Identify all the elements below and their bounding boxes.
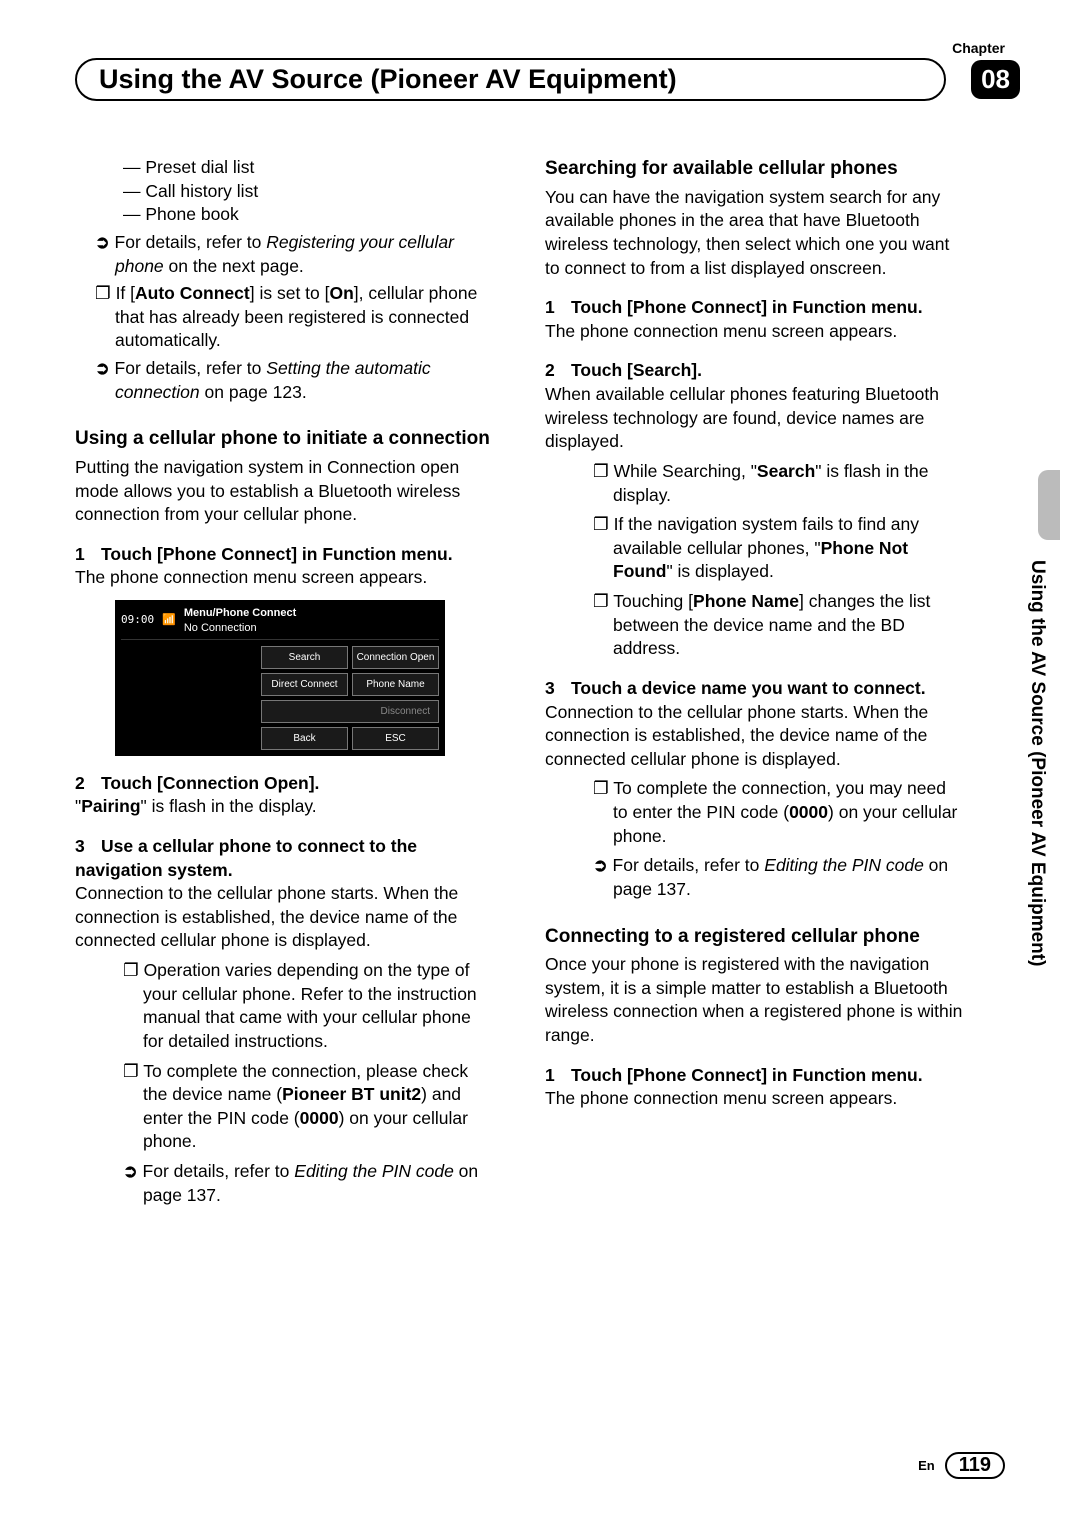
note-list: For details, refer to Registering your c… (75, 231, 495, 404)
section-heading: Using a cellular phone to initiate a con… (75, 426, 495, 452)
dash-list: Preset dial list Call history list Phone… (75, 156, 495, 227)
language-code: En (918, 1458, 935, 1473)
note-item: While Searching, "Search" is flash in th… (613, 460, 965, 507)
body-text: Putting the navigation system in Connect… (75, 456, 495, 527)
body-text: Connection to the cellular phone starts.… (545, 701, 965, 772)
page-title: Using the AV Source (Pioneer AV Equipmen… (75, 58, 946, 101)
screenshot-time: 09:00 (121, 613, 154, 628)
step-heading: 3Touch a device name you want to connect… (545, 677, 965, 701)
cross-ref: For details, refer to Setting the automa… (115, 357, 495, 404)
body-text: The phone connection menu screen appears… (545, 1087, 965, 1111)
note-item: Operation varies depending on the type o… (143, 959, 495, 1054)
footer: En 119 (918, 1452, 1005, 1479)
step-heading: 1Touch [Phone Connect] in Function menu. (545, 296, 965, 320)
chapter-label: Chapter (952, 40, 1005, 56)
section-heading: Connecting to a registered cellular phon… (545, 924, 965, 950)
note-item: To complete the connection, please check… (143, 1060, 495, 1155)
note-item: To complete the connection, you may need… (613, 777, 965, 848)
body-text: "Pairing" is flash in the display. (75, 795, 495, 819)
note-item: If the navigation system fails to find a… (613, 513, 965, 584)
step-heading: 1Touch [Phone Connect] in Function menu. (75, 543, 495, 567)
screenshot-button-phone-name: Phone Name (352, 673, 439, 696)
cross-ref: For details, refer to Editing the PIN co… (143, 1160, 495, 1207)
list-item: Preset dial list (123, 156, 495, 180)
body-text: You can have the navigation system searc… (545, 186, 965, 281)
left-column: Preset dial list Call history list Phone… (75, 156, 495, 1207)
thumb-tab-stub (1038, 470, 1060, 540)
screenshot-button-disconnect: Disconnect (261, 700, 439, 723)
cross-ref: For details, refer to Registering your c… (115, 231, 495, 278)
body-text: When available cellular phones featuring… (545, 383, 965, 454)
sub-note-list: Operation varies depending on the type o… (75, 959, 495, 1207)
step-heading: 1Touch [Phone Connect] in Function menu. (545, 1064, 965, 1088)
step-heading: 2Touch [Search]. (545, 359, 965, 383)
chapter-number-badge: 08 (971, 60, 1020, 99)
header: Using the AV Source (Pioneer AV Equipmen… (75, 58, 1020, 101)
body-text: Once your phone is registered with the n… (545, 953, 965, 1048)
note-item: If [Auto Connect] is set to [On], cellul… (115, 282, 495, 353)
body-text: The phone connection menu screen appears… (75, 566, 495, 590)
sub-note-list: While Searching, "Search" is flash in th… (545, 460, 965, 661)
body-text: The phone connection menu screen appears… (545, 320, 965, 344)
screenshot-status: No Connection (184, 621, 296, 636)
screenshot-button-direct-connect: Direct Connect (261, 673, 348, 696)
step-heading: 3Use a cellular phone to connect to the … (75, 835, 495, 882)
list-item: Phone book (123, 203, 495, 227)
screenshot-button-back: Back (261, 727, 348, 750)
side-tab-label: Using the AV Source (Pioneer AV Equipmen… (1026, 560, 1048, 966)
screenshot-phone-connect: 09:00 📶 Menu/Phone Connect No Connection… (115, 600, 445, 756)
right-column: Searching for available cellular phones … (545, 156, 965, 1207)
section-heading: Searching for available cellular phones (545, 156, 965, 182)
step-heading: 2Touch [Connection Open]. (75, 772, 495, 796)
screenshot-menu-path: Menu/Phone Connect (184, 606, 296, 621)
cross-ref: For details, refer to Editing the PIN co… (613, 854, 965, 901)
screenshot-button-connection-open: Connection Open (352, 646, 439, 669)
screenshot-button-esc: ESC (352, 727, 439, 750)
screenshot-button-search: Search (261, 646, 348, 669)
note-item: Touching [Phone Name] changes the list b… (613, 590, 965, 661)
page-number: 119 (945, 1452, 1005, 1479)
list-item: Call history list (123, 180, 495, 204)
sub-note-list: To complete the connection, you may need… (545, 777, 965, 901)
signal-icon: 📶 (162, 613, 176, 628)
body-text: Connection to the cellular phone starts.… (75, 882, 495, 953)
